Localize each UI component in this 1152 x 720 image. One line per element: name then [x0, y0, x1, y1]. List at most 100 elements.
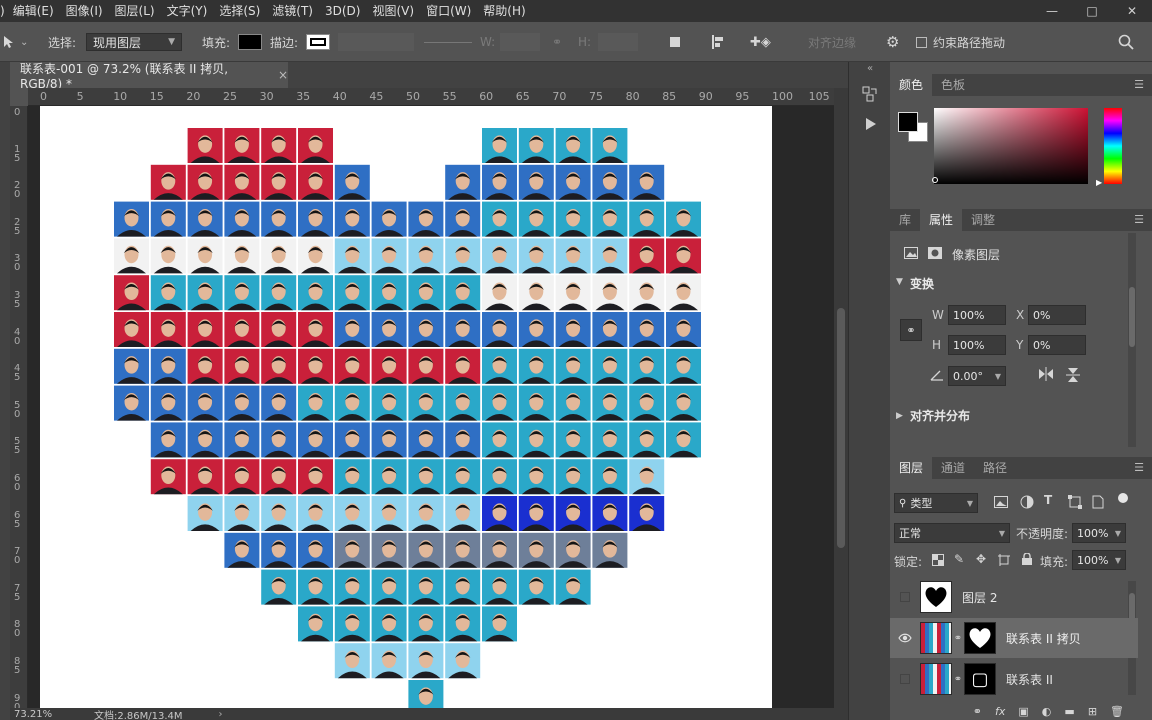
mask-link-icon[interactable]: ⚭ — [952, 633, 964, 644]
layer-mask-thumbnail[interactable]: ▢ — [964, 663, 996, 695]
layer-mask-icon[interactable] — [928, 247, 942, 262]
tab-layers[interactable]: 图层 — [890, 457, 933, 479]
hue-slider[interactable] — [1104, 108, 1122, 184]
layer-name[interactable]: 联系表 II 拷贝 — [1006, 630, 1081, 647]
stroke-style-field[interactable] — [424, 41, 472, 43]
filter-adjustment-icon[interactable] — [1020, 495, 1034, 512]
tab-libraries[interactable]: 库 — [890, 209, 920, 231]
scrollbar-thumb[interactable] — [837, 308, 845, 548]
layer-mask-thumbnail[interactable] — [964, 622, 996, 654]
color-field-cursor[interactable] — [932, 177, 938, 183]
search-icon[interactable] — [1118, 22, 1134, 62]
opacity-field[interactable]: 100% ▼ — [1072, 523, 1126, 543]
visibility-toggle[interactable] — [890, 592, 920, 602]
lock-artboard-icon[interactable] — [998, 554, 1010, 569]
color-field[interactable] — [934, 108, 1088, 184]
visibility-toggle[interactable] — [890, 674, 920, 684]
document-tab[interactable]: 联系表-001 @ 73.2% (联系表 II 拷贝, RGB/8) * × — [10, 62, 288, 91]
gear-icon[interactable]: ⚙ — [886, 22, 899, 62]
path-arrangement-icon[interactable]: ✚◈ — [750, 22, 771, 62]
new-group-icon[interactable]: ▬ — [1064, 705, 1074, 718]
h-field[interactable]: 100% — [948, 335, 1006, 355]
horizontal-ruler[interactable]: 0 5 10 15 20 25 30 35 40 45 50 55 60 65 70 75 80 85 90 95 10… — [28, 88, 834, 106]
fx-icon[interactable]: fx — [995, 705, 1005, 718]
zoom-level[interactable]: 73.21% — [14, 709, 94, 720]
path-alignment-icon[interactable] — [710, 22, 726, 62]
menu-view[interactable]: 视图(V) — [366, 0, 420, 22]
layer-filter-kind[interactable]: ⚲ 类型 ▼ — [894, 493, 978, 513]
history-icon[interactable] — [860, 84, 880, 104]
move-tool-icon[interactable] — [2, 22, 16, 62]
tab-properties[interactable]: 属性 — [920, 209, 963, 231]
close-window-icon[interactable]: ✕ — [1112, 0, 1152, 22]
lock-position-icon[interactable]: ✥ — [976, 552, 986, 566]
fill-swatch[interactable] — [238, 34, 262, 50]
layer-row-contact-sheet-copy[interactable]: ⚭ 联系表 II 拷贝 — [890, 618, 1138, 658]
x-field[interactable]: 0% — [1028, 305, 1086, 325]
path-operations-icon[interactable] — [668, 22, 682, 62]
menu-select[interactable]: 选择(S) — [213, 0, 266, 22]
filter-type-icon[interactable]: T — [1044, 493, 1052, 507]
new-adjustment-icon[interactable]: ◐ — [1042, 705, 1052, 718]
add-mask-icon[interactable]: ▣ — [1018, 705, 1028, 718]
align-expand-icon[interactable]: ▶ — [896, 411, 903, 421]
layer-row-contact-sheet[interactable]: ⚭ ▢ 联系表 II — [890, 659, 1138, 699]
h-field[interactable] — [598, 33, 638, 51]
menu-layer[interactable]: 图层(L) — [109, 0, 161, 22]
document-canvas[interactable] — [40, 106, 772, 708]
panel-menu-icon[interactable]: ☰ — [1134, 461, 1144, 474]
flip-horizontal-icon[interactable] — [1038, 367, 1054, 384]
w-field[interactable]: 100% — [948, 305, 1006, 325]
menu-edit[interactable]: 编辑(E) — [7, 0, 60, 22]
status-chevron-icon[interactable]: › — [219, 709, 223, 720]
hue-slider-marker-icon[interactable]: ▶ — [1096, 178, 1102, 187]
select-dropdown[interactable]: 现用图层 ▼ — [86, 33, 182, 51]
fill-field[interactable]: 100% ▼ — [1072, 550, 1126, 570]
filter-pixel-icon[interactable] — [994, 496, 1008, 511]
stroke-swatch[interactable] — [306, 34, 330, 50]
angle-field[interactable]: 0.00° ▼ — [948, 366, 1006, 386]
menu-window[interactable]: 窗口(W) — [420, 0, 477, 22]
tab-channels[interactable]: 通道 — [932, 457, 974, 479]
tool-preset-chevron-icon[interactable]: ⌄ — [20, 22, 28, 62]
menu-help[interactable]: 帮助(H) — [477, 0, 531, 22]
filter-toggle-icon[interactable] — [1118, 493, 1128, 503]
foreground-color-swatch[interactable] — [898, 112, 918, 132]
flip-vertical-icon[interactable] — [1066, 367, 1080, 386]
menu-3d[interactable]: 3D(D) — [319, 0, 366, 22]
tab-adjustments[interactable]: 调整 — [962, 209, 1004, 231]
play-actions-icon[interactable] — [860, 114, 880, 134]
maximize-icon[interactable]: □ — [1072, 0, 1112, 22]
tab-paths[interactable]: 路径 — [974, 457, 1016, 479]
link-layers-icon[interactable]: ⚭ — [973, 705, 982, 718]
menu-partial[interactable]: ) — [0, 0, 7, 22]
lock-transparent-icon[interactable] — [932, 554, 944, 569]
mask-link-icon[interactable]: ⚭ — [952, 674, 964, 685]
close-tab-icon[interactable]: × — [278, 68, 288, 82]
menu-type[interactable]: 文字(Y) — [161, 0, 214, 22]
vertical-ruler[interactable]: 015202530354045505560657075808590 — [10, 106, 28, 712]
trash-icon[interactable]: 🗑 — [1110, 705, 1124, 718]
minimize-icon[interactable]: — — [1032, 0, 1072, 22]
doc-size[interactable]: 文档:2.86M/13.4M — [94, 707, 183, 720]
eye-icon[interactable] — [890, 633, 920, 643]
collapse-arrows-icon[interactable]: « — [860, 58, 880, 78]
canvas-workspace[interactable] — [28, 106, 834, 708]
panel-menu-icon[interactable]: ☰ — [1134, 78, 1144, 91]
menu-filter[interactable]: 滤镜(T) — [266, 0, 319, 22]
lock-image-icon[interactable]: ✎ — [954, 552, 964, 566]
panel-menu-icon[interactable]: ☰ — [1134, 213, 1144, 226]
menu-image[interactable]: 图像(I) — [60, 0, 109, 22]
canvas-vertical-scrollbar[interactable] — [834, 88, 848, 708]
y-field[interactable]: 0% — [1028, 335, 1086, 355]
new-layer-icon[interactable]: ⊞ — [1088, 705, 1097, 718]
properties-scrollbar[interactable] — [1128, 233, 1136, 447]
w-field[interactable] — [500, 33, 540, 51]
link-icon[interactable]: ⚭ — [552, 22, 562, 62]
constrain-path-checkbox[interactable] — [916, 36, 927, 48]
tab-swatches[interactable]: 色板 — [932, 74, 974, 96]
lock-all-icon[interactable] — [1022, 552, 1032, 568]
layer-name[interactable]: 图层 2 — [962, 589, 997, 606]
blend-mode-dropdown[interactable]: 正常 ▼ — [894, 523, 1010, 543]
stroke-width-field[interactable] — [338, 33, 414, 51]
